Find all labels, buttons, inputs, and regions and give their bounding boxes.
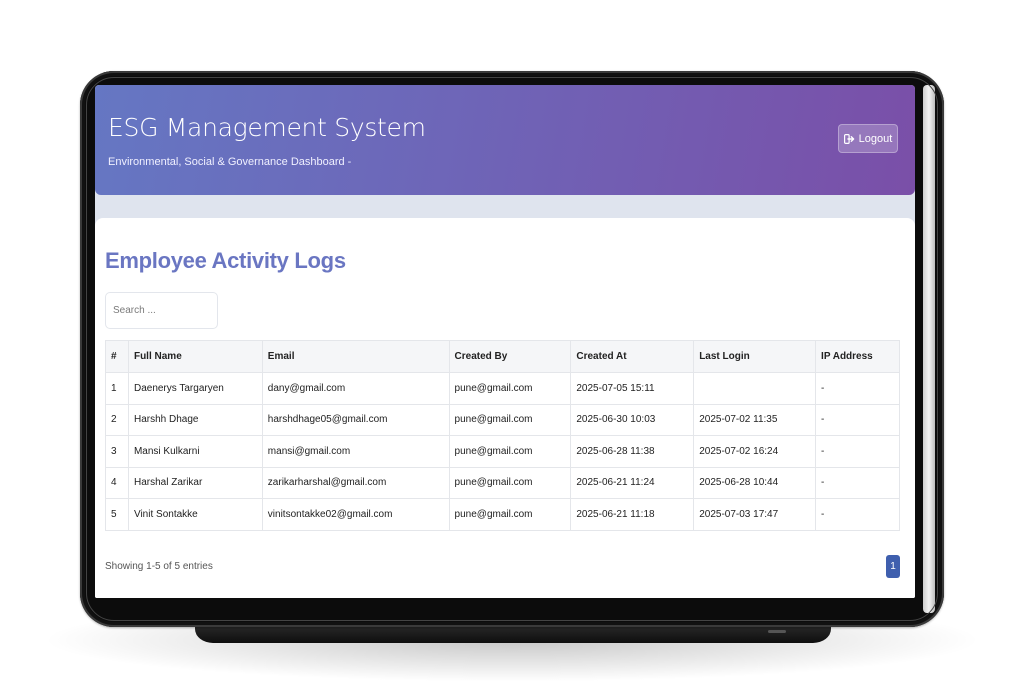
column-header-created-by[interactable]: Created By [448,340,572,373]
column-header-last-login[interactable]: Last Login [693,340,817,373]
cell-created-by: pune@gmail.com [448,403,572,436]
app-header: ESG Management System Environmental, Soc… [95,85,915,195]
cell-created-by: pune@gmail.com [448,498,572,531]
table-row: 2 Harshh Dhage harshdhage05@gmail.com pu… [105,403,900,436]
app-title: ESG Management System [108,113,426,142]
cell-last-login: 2025-07-03 17:47 [693,498,817,531]
device-stand [195,625,831,643]
table-row: 3 Mansi Kulkarni mansi@gmail.com pune@gm… [105,435,900,468]
cell-created-at: 2025-06-21 11:18 [570,498,695,531]
device-stand-light [768,630,786,633]
page-title: Employee Activity Logs [105,248,346,273]
cell-index: 1 [105,372,129,405]
app-screen: ESG Management System Environmental, Soc… [95,85,915,598]
table-row: 1 Daenerys Targaryen dany@gmail.com pune… [105,372,900,405]
cell-last-login: 2025-06-28 10:44 [693,466,817,499]
cell-created-by: pune@gmail.com [448,435,572,468]
logout-button[interactable]: Logout [838,124,898,153]
cell-created-at: 2025-06-30 10:03 [570,403,695,436]
cell-created-at: 2025-07-05 15:11 [570,372,695,405]
pagination-info: Showing 1-5 of 5 entries [105,561,213,572]
cell-created-at: 2025-06-21 11:24 [570,466,695,499]
cell-ip-address: - [815,372,900,405]
cell-full-name: Harshal Zarikar [127,466,263,499]
cell-email: zarikarharshal@gmail.com [261,466,450,499]
logout-icon [843,133,855,144]
table-row: 5 Vinit Sontakke vinitsontakke02@gmail.c… [105,498,900,531]
tablet-side-rail [923,85,935,613]
cell-email: dany@gmail.com [261,372,450,405]
column-header-index[interactable]: # [105,340,129,373]
cell-email: vinitsontakke02@gmail.com [261,498,450,531]
cell-created-at: 2025-06-28 11:38 [570,435,695,468]
cell-full-name: Vinit Sontakke [127,498,263,531]
cell-email: mansi@gmail.com [261,435,450,468]
cell-index: 2 [105,403,129,436]
cell-index: 3 [105,435,129,468]
cell-ip-address: - [815,403,900,436]
app-subtitle: Environmental, Social & Governance Dashb… [108,156,352,168]
cell-email: harshdhage05@gmail.com [261,403,450,436]
column-header-created-at[interactable]: Created At [570,340,695,373]
cell-index: 4 [105,466,129,499]
logout-label: Logout [858,132,893,145]
search-input[interactable] [105,292,218,329]
table-row: 4 Harshal Zarikar zarikarharshal@gmail.c… [105,466,900,499]
column-header-ip-address[interactable]: IP Address [815,340,900,373]
cell-last-login [693,372,817,405]
cell-index: 5 [105,498,129,531]
column-header-full-name[interactable]: Full Name [127,340,263,373]
cell-ip-address: - [815,435,900,468]
cell-created-by: pune@gmail.com [448,372,572,405]
column-header-email[interactable]: Email [261,340,450,373]
activity-logs-table: # Full Name Email Created By Created At … [105,340,900,531]
cell-created-by: pune@gmail.com [448,466,572,499]
cell-ip-address: - [815,466,900,499]
cell-last-login: 2025-07-02 11:35 [693,403,817,436]
cell-full-name: Harshh Dhage [127,403,263,436]
cell-ip-address: - [815,498,900,531]
cell-last-login: 2025-07-02 16:24 [693,435,817,468]
table-header-row: # Full Name Email Created By Created At … [105,340,900,373]
cell-full-name: Mansi Kulkarni [127,435,263,468]
pagination-page-1-button[interactable]: 1 [886,555,900,578]
cell-full-name: Daenerys Targaryen [127,372,263,405]
activity-logs-card: Employee Activity Logs # Full Name Email… [95,218,915,598]
